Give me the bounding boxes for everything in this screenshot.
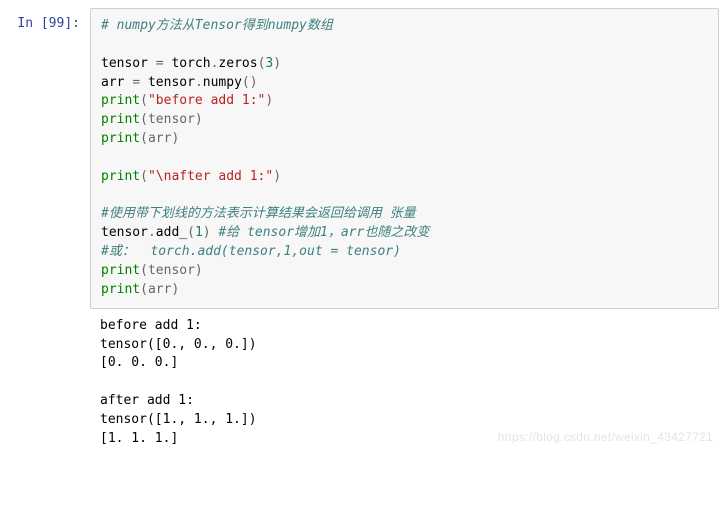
code-token: numpy [203, 75, 242, 90]
output-line: before add 1: [100, 318, 202, 333]
code-token: print [101, 93, 140, 108]
code-token: (arr) [140, 282, 179, 297]
code-comment: # numpy方法从Tensor得到numpy数组 [101, 18, 333, 33]
output-prompt [0, 309, 90, 317]
code-token: "\nafter add 1:" [148, 169, 273, 184]
output-line: tensor([0., 0., 0.]) [100, 337, 257, 352]
code-token: ( [140, 93, 148, 108]
code-comment: #给 tensor增加1，arr也随之改变 [211, 225, 430, 240]
code-token: tensor [148, 75, 195, 90]
code-token: (tensor) [140, 112, 203, 127]
output-line: [1. 1. 1.] [100, 431, 178, 446]
code-token: tensor [101, 225, 148, 240]
code-token: () [242, 75, 258, 90]
code-token: 1 [195, 225, 203, 240]
code-token: (arr) [140, 131, 179, 146]
code-token: = [132, 75, 140, 90]
code-token: (tensor) [140, 263, 203, 278]
code-token: print [101, 131, 140, 146]
code-comment: #或： torch.add(tensor,1,out = tensor) [101, 244, 401, 259]
output-line: tensor([1., 1., 1.]) [100, 412, 257, 427]
code-token: ) [273, 169, 281, 184]
code-token: tensor [101, 56, 148, 71]
code-token: = [156, 56, 164, 71]
code-token: zeros [218, 56, 257, 71]
code-token: ) [265, 93, 273, 108]
watermark-text: https://blog.csdn.net/weixin_43427721 [498, 429, 713, 446]
code-token: ( [187, 225, 195, 240]
code-token: torch [171, 56, 210, 71]
code-token: ) [273, 56, 281, 71]
code-token: print [101, 263, 140, 278]
code-token: print [101, 282, 140, 297]
output-line: after add 1: [100, 393, 194, 408]
code-token: . [148, 225, 156, 240]
output-cell: before add 1: tensor([0., 0., 0.]) [0. 0… [0, 309, 719, 449]
code-token: arr [101, 75, 124, 90]
code-token: "before add 1:" [148, 93, 265, 108]
code-token: add_ [156, 225, 187, 240]
code-token: print [101, 169, 140, 184]
output-line: [0. 0. 0.] [100, 355, 178, 370]
code-input[interactable]: # numpy方法从Tensor得到numpy数组 tensor = torch… [90, 8, 719, 309]
input-prompt: In [99]: [0, 8, 90, 31]
code-comment: #使用带下划线的方法表示计算结果会返回给调用 张量 [101, 206, 416, 221]
code-output: before add 1: tensor([0., 0., 0.]) [0. 0… [90, 309, 719, 449]
code-token: ( [140, 169, 148, 184]
code-token: . [195, 75, 203, 90]
code-token: print [101, 112, 140, 127]
code-token: ) [203, 225, 211, 240]
code-cell: In [99]: # numpy方法从Tensor得到numpy数组 tenso… [0, 8, 719, 309]
